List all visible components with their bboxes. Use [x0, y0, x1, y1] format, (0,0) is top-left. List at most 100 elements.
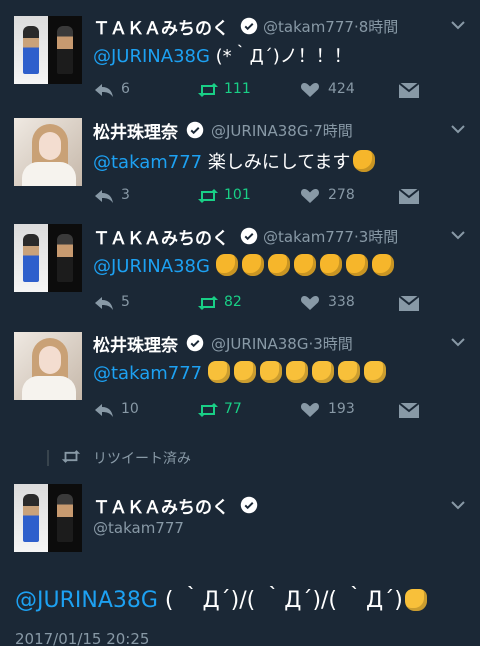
tweet-text-body: (*｀Д´)ノ！！！: [209, 46, 352, 67]
avatar-coat: [22, 162, 76, 186]
avatar-figure: [57, 234, 73, 282]
like-count: 424: [328, 81, 355, 97]
envelope-icon[interactable]: [399, 296, 419, 311]
chevron-down-icon[interactable]: [451, 337, 465, 347]
reply-count: 5: [121, 294, 130, 310]
like-count: 338: [328, 294, 355, 310]
avatar-face: [39, 132, 61, 160]
retweet-count: 101: [224, 187, 251, 203]
tweet-text-body: ( ｀Д´)/( ｀Д´)/( ｀Д´): [157, 588, 403, 613]
avatar-figure: [57, 494, 73, 542]
raised-hand-emoji-icon: [233, 361, 256, 383]
raised-hand-emoji-icon: [363, 361, 386, 383]
display-name[interactable]: ＴＡＫＡみちのく: [93, 224, 229, 249]
retweet-icon: [198, 403, 218, 417]
tweet-time[interactable]: 8時間: [359, 18, 399, 36]
tweet-text-body: 楽しみにしてます: [202, 152, 351, 173]
chevron-down-icon[interactable]: [451, 500, 465, 510]
heart-icon: [300, 403, 320, 417]
avatar[interactable]: [14, 16, 82, 84]
oncoming-fist-emoji-icon: [293, 254, 316, 276]
mention-link[interactable]: @takam777: [93, 363, 202, 384]
chevron-down-icon[interactable]: [451, 124, 465, 134]
tweet-text-body: [210, 256, 216, 277]
retweet-icon: [198, 296, 218, 310]
raised-hand-emoji-icon: [207, 361, 230, 383]
verified-badge-icon: [186, 121, 204, 139]
mention-link[interactable]: @JURINA38G: [15, 588, 158, 613]
tweet-text: @JURINA38G ( ｀Д´)/( ｀Д´)/( ｀Д´): [15, 582, 431, 614]
thread-line: [47, 450, 49, 466]
reply-count: 10: [121, 401, 139, 417]
handle[interactable]: @takam777: [263, 228, 354, 246]
reply-icon: [95, 404, 113, 417]
reply-icon: [95, 84, 113, 97]
verified-badge-icon: [240, 17, 258, 35]
mention-link[interactable]: @takam777: [93, 152, 202, 173]
avatar[interactable]: [14, 332, 82, 400]
retweet-count: 77: [224, 401, 242, 417]
avatar-figure: [23, 26, 39, 74]
chevron-down-icon[interactable]: [451, 20, 465, 30]
reply-icon: [95, 190, 113, 203]
envelope-icon[interactable]: [399, 403, 419, 418]
retweet-count: 111: [224, 81, 251, 97]
oncoming-fist-emoji-icon: [215, 254, 238, 276]
victory-hand-emoji-icon: [404, 589, 427, 611]
raised-fist-emoji-icon: [353, 150, 376, 172]
like-count: 193: [328, 401, 355, 417]
envelope-icon[interactable]: [399, 189, 419, 204]
display-name[interactable]: ＴＡＫＡみちのく: [93, 493, 229, 518]
handle[interactable]: @JURINA38G: [211, 122, 308, 140]
heart-icon: [300, 296, 320, 310]
retweeted-label: リツイート済み: [93, 451, 191, 467]
mention-link[interactable]: @JURINA38G: [93, 46, 210, 67]
retweet-icon: [61, 450, 81, 463]
display-name[interactable]: 松井珠理奈: [93, 331, 178, 356]
tweet-time[interactable]: 7時間: [313, 122, 353, 140]
avatar-coat: [22, 376, 76, 400]
oncoming-fist-emoji-icon: [241, 254, 264, 276]
tweet-text: @takam777 楽しみにしてます: [93, 148, 379, 174]
oncoming-fist-emoji-icon: [371, 254, 394, 276]
reply-icon: [95, 297, 113, 310]
raised-hand-emoji-icon: [337, 361, 360, 383]
mention-link[interactable]: @JURINA38G: [93, 256, 210, 277]
avatar[interactable]: [14, 224, 82, 292]
handle[interactable]: @takam777: [263, 18, 354, 36]
display-name[interactable]: ＴＡＫＡみちのく: [93, 14, 229, 39]
tweet-timestamp: 2017/01/15 20:25: [15, 630, 150, 646]
verified-badge-icon: [240, 496, 258, 514]
tweet-text-body: [202, 363, 208, 384]
retweet-icon: [198, 83, 218, 97]
like-count: 278: [328, 187, 355, 203]
verified-badge-icon: [240, 227, 258, 245]
tweet-time[interactable]: 3時間: [313, 335, 353, 353]
raised-hand-emoji-icon: [259, 361, 282, 383]
heart-icon: [300, 83, 320, 97]
tweet-text: @JURINA38G: [93, 254, 398, 277]
retweet-count: 82: [224, 294, 242, 310]
verified-badge-icon: [186, 334, 204, 352]
avatar-figure: [57, 26, 73, 74]
oncoming-fist-emoji-icon: [267, 254, 290, 276]
tweet-time[interactable]: 3時間: [359, 228, 399, 246]
reply-count: 3: [121, 187, 130, 203]
handle[interactable]: @JURINA38G: [211, 335, 308, 353]
raised-hand-emoji-icon: [285, 361, 308, 383]
heart-icon: [300, 189, 320, 203]
envelope-icon[interactable]: [399, 83, 419, 98]
retweet-icon: [198, 189, 218, 203]
avatar[interactable]: [14, 118, 82, 186]
avatar[interactable]: [14, 484, 82, 552]
oncoming-fist-emoji-icon: [345, 254, 368, 276]
avatar-figure: [23, 494, 39, 542]
oncoming-fist-emoji-icon: [319, 254, 342, 276]
raised-hand-emoji-icon: [311, 361, 334, 383]
avatar-figure: [23, 234, 39, 282]
handle[interactable]: @takam777: [93, 519, 184, 537]
avatar-face: [39, 346, 61, 374]
tweet-text: @JURINA38G (*｀Д´)ノ！！！: [93, 42, 352, 68]
chevron-down-icon[interactable]: [451, 230, 465, 240]
display-name[interactable]: 松井珠理奈: [93, 118, 178, 143]
